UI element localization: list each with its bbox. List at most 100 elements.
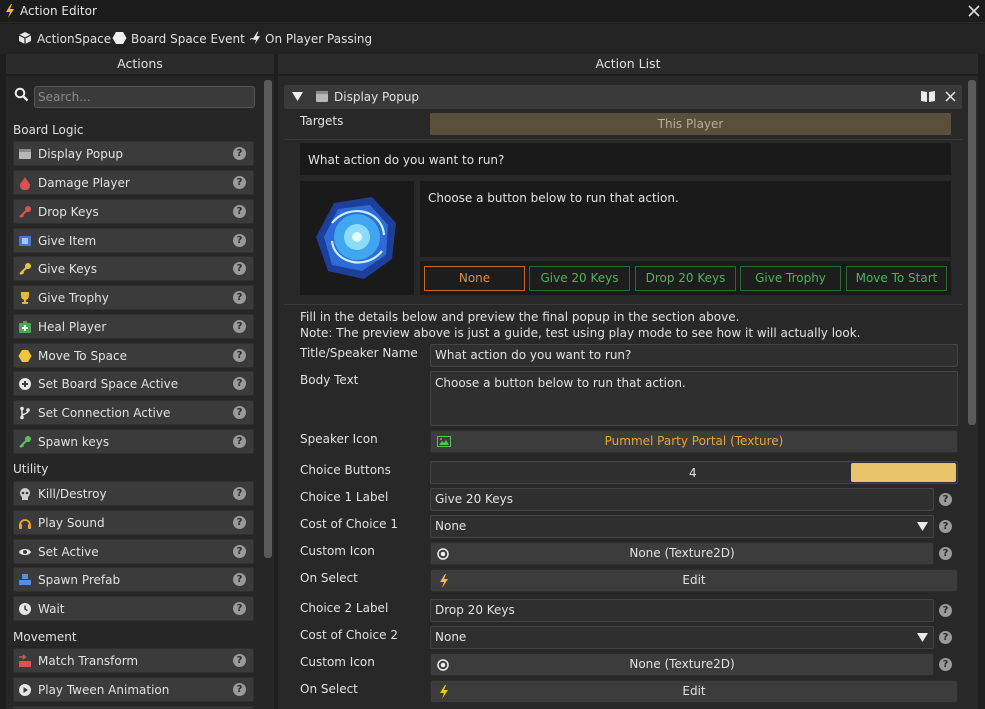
- help-icon[interactable]: ?: [939, 493, 952, 506]
- help-icon[interactable]: ?: [233, 377, 246, 390]
- action-label: Kill/Destroy: [38, 487, 107, 501]
- key-green-icon: [19, 436, 31, 448]
- preview-choice-none[interactable]: None: [424, 266, 525, 291]
- help-icon[interactable]: ?: [939, 658, 952, 671]
- eye-icon: [19, 549, 31, 555]
- action-spawn-prefab[interactable]: Spawn Prefab ?: [13, 567, 254, 592]
- preview-title-box: What action do you want to run?: [300, 143, 951, 175]
- action-spawn-keys[interactable]: Spawn keys ?: [13, 429, 254, 454]
- lightning-icon: [440, 685, 448, 699]
- window-title: Action Editor: [20, 4, 97, 18]
- preview-choice-drop-20-keys[interactable]: Drop 20 Keys: [635, 266, 736, 291]
- target-dot-icon: [437, 548, 449, 560]
- book-icon[interactable]: [920, 90, 936, 103]
- action-play-tween-animation[interactable]: Play Tween Animation ?: [13, 677, 254, 702]
- action-damage-player[interactable]: Damage Player ?: [13, 170, 254, 195]
- popup-icon: [19, 149, 31, 159]
- action-set-connection-active[interactable]: Set Connection Active ?: [13, 400, 254, 425]
- help-icon[interactable]: ?: [233, 545, 246, 558]
- actions-scrollbar[interactable]: [264, 80, 272, 558]
- help-icon[interactable]: ?: [939, 631, 952, 644]
- action-label: Give Trophy: [38, 291, 109, 305]
- action-heal-player[interactable]: Heal Player ?: [13, 314, 254, 339]
- help-icon[interactable]: ?: [233, 262, 246, 275]
- help-icon[interactable]: ?: [233, 654, 246, 667]
- help-icon[interactable]: ?: [939, 520, 952, 533]
- cost1-dropdown[interactable]: None: [430, 515, 934, 538]
- on-select2-edit-button[interactable]: Edit: [430, 680, 958, 703]
- action-give-item[interactable]: Give Item ?: [13, 228, 254, 253]
- action-set-active[interactable]: Set Active ?: [13, 539, 254, 564]
- on-select1-edit-label: Edit: [682, 573, 706, 587]
- help-icon[interactable]: ?: [233, 406, 246, 419]
- help-icon[interactable]: ?: [233, 234, 246, 247]
- help-icon[interactable]: ?: [233, 435, 246, 448]
- help-icon[interactable]: ?: [233, 147, 246, 160]
- help-icon[interactable]: ?: [233, 516, 246, 529]
- chevron-down-icon: [917, 522, 928, 531]
- help-icon[interactable]: ?: [939, 604, 952, 617]
- action-move-to-space[interactable]: Move To Space ?: [13, 343, 254, 368]
- breadcrumb-on-player-passing[interactable]: On Player Passing: [265, 32, 372, 46]
- breadcrumb-actionspace[interactable]: ActionSpace: [37, 32, 111, 46]
- action-play-sound[interactable]: Play Sound ?: [13, 510, 254, 535]
- preview-body-box: Choose a button below to run that action…: [420, 181, 951, 257]
- display-popup-card-header[interactable]: Display Popup: [284, 85, 962, 109]
- slider-handle[interactable]: [851, 463, 956, 482]
- breadcrumb-board-space-event[interactable]: Board Space Event ~: [131, 32, 259, 46]
- action-label: Display Popup: [38, 147, 124, 161]
- collapse-triangle-icon[interactable]: [292, 92, 303, 101]
- close-icon[interactable]: [945, 91, 956, 102]
- instructions-line1: Fill in the details below and preview th…: [300, 310, 740, 324]
- speaker-icon-value: Pummel Party Portal (Texture): [604, 434, 784, 448]
- help-icon[interactable]: ?: [233, 602, 246, 615]
- on-select2-label: On Select: [300, 682, 358, 696]
- cost2-value: None: [435, 630, 467, 644]
- preview-choice-move-to-start[interactable]: Move To Start: [846, 266, 947, 291]
- medkit-icon: [19, 321, 31, 333]
- action-wait[interactable]: Wait ?: [13, 596, 254, 621]
- preview-title: What action do you want to run?: [308, 153, 505, 167]
- custom-icon1-label: Custom Icon: [300, 544, 375, 558]
- custom-icon1-field[interactable]: None (Texture2D): [430, 542, 934, 565]
- title-speaker-name-input[interactable]: What action do you want to run?: [430, 344, 958, 367]
- help-icon[interactable]: ?: [233, 320, 246, 333]
- help-icon[interactable]: ?: [233, 487, 246, 500]
- help-icon[interactable]: ?: [939, 547, 952, 560]
- preview-choice-give-20-keys[interactable]: Give 20 Keys: [529, 266, 630, 291]
- action-label: Move To Space: [38, 349, 128, 363]
- help-icon[interactable]: ?: [233, 205, 246, 218]
- action-label: Drop Keys: [38, 205, 99, 219]
- help-icon[interactable]: ?: [233, 573, 246, 586]
- action-display-popup[interactable]: Display Popup ?: [13, 141, 254, 166]
- action-set-board-space-active[interactable]: Set Board Space Active ?: [13, 371, 254, 396]
- choice2-label: Choice 2 Label: [300, 601, 389, 615]
- headphones-icon: [19, 519, 31, 529]
- action-list-scrollbar[interactable]: [968, 80, 976, 425]
- portal-icon: [316, 197, 396, 279]
- cost2-dropdown[interactable]: None: [430, 626, 934, 649]
- targets-dropdown[interactable]: This Player: [430, 113, 951, 135]
- body-text-input[interactable]: Choose a button below to run that action…: [430, 371, 958, 426]
- action-give-trophy[interactable]: Give Trophy ?: [13, 285, 254, 310]
- on-select1-edit-button[interactable]: Edit: [430, 569, 958, 592]
- help-icon[interactable]: ?: [233, 349, 246, 362]
- action-kill-destroy[interactable]: Kill/Destroy ?: [13, 481, 254, 506]
- choice-buttons-slider[interactable]: 4: [430, 461, 958, 484]
- custom-icon2-field[interactable]: None (Texture2D): [430, 653, 934, 676]
- search-input[interactable]: Search...: [34, 86, 255, 108]
- key-red-icon: [19, 206, 31, 218]
- action-match-transform[interactable]: Match Transform ?: [13, 648, 254, 673]
- help-icon[interactable]: ?: [233, 176, 246, 189]
- clock-icon: [19, 603, 31, 615]
- choice1-input[interactable]: Give 20 Keys: [430, 488, 934, 511]
- help-icon[interactable]: ?: [233, 683, 246, 696]
- help-icon[interactable]: ?: [233, 291, 246, 304]
- speaker-icon-field[interactable]: Pummel Party Portal (Texture): [430, 430, 958, 453]
- action-drop-keys[interactable]: Drop Keys ?: [13, 199, 254, 224]
- choice2-input[interactable]: Drop 20 Keys: [430, 599, 934, 622]
- close-icon[interactable]: [968, 5, 980, 17]
- preview-choice-give-trophy[interactable]: Give Trophy: [740, 266, 841, 291]
- instructions-line2: Note: The preview above is just a guide,…: [300, 326, 861, 340]
- action-give-keys[interactable]: Give Keys ?: [13, 256, 254, 281]
